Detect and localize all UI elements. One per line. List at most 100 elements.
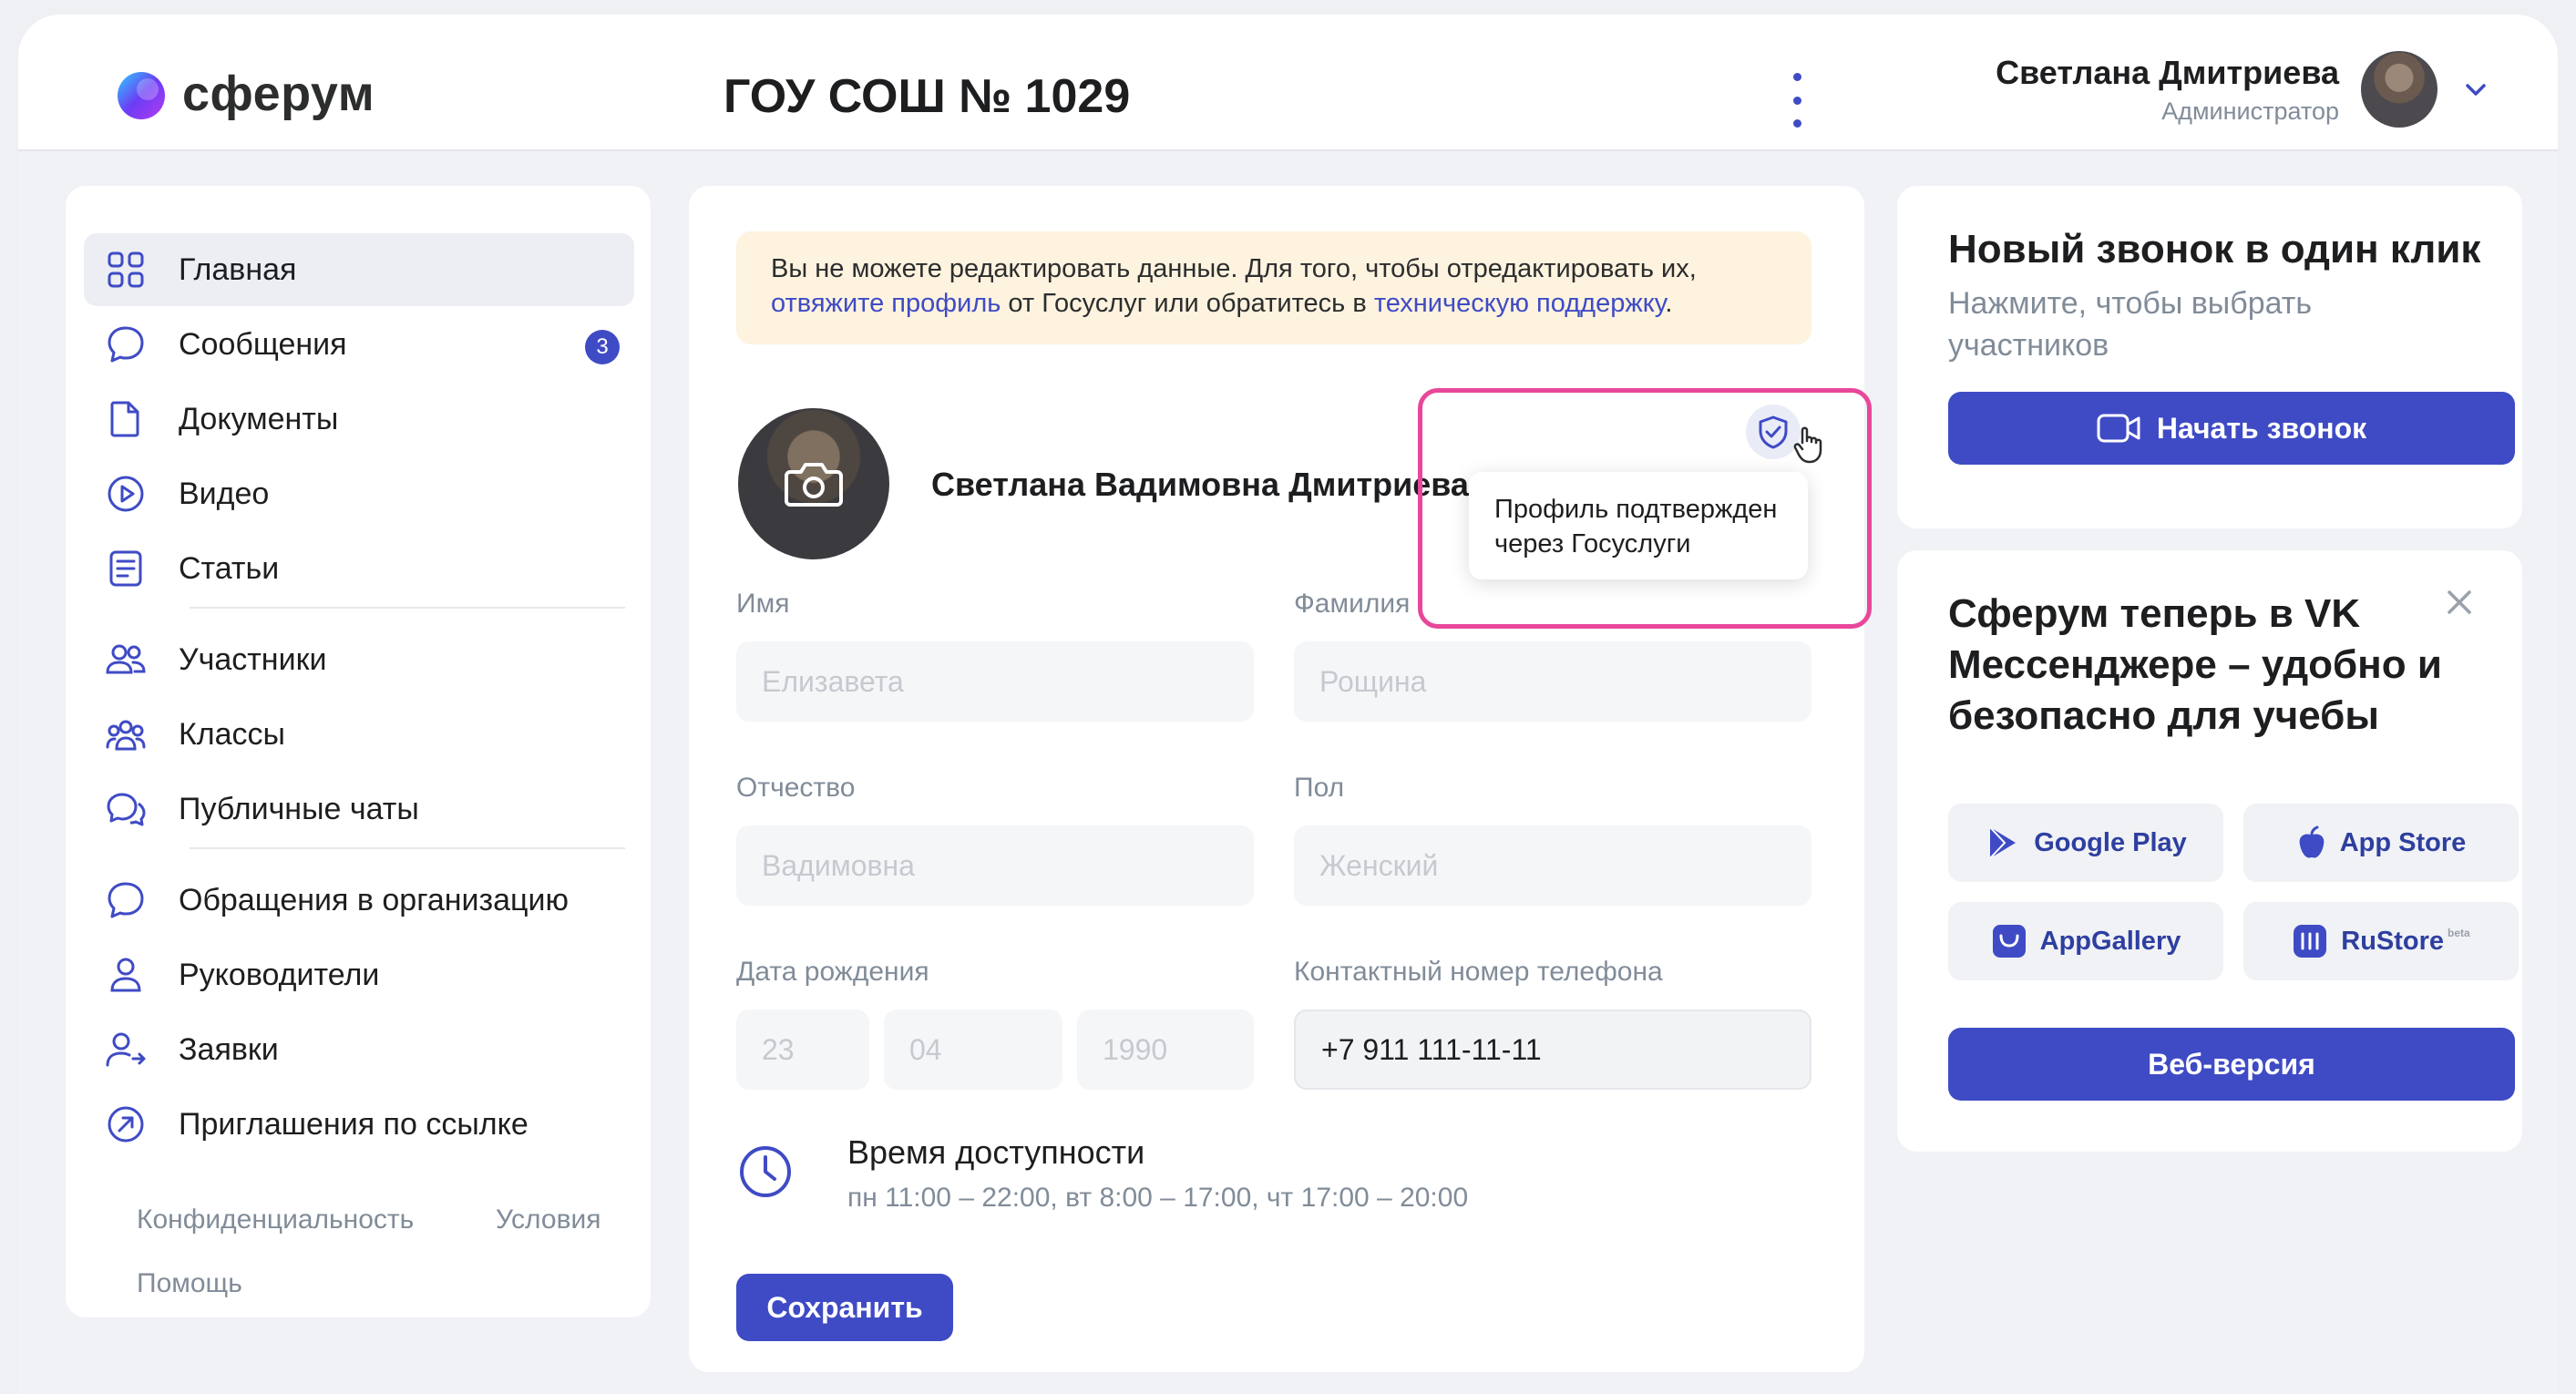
sidebar-item-public-chats[interactable]: Публичные чаты xyxy=(84,773,634,846)
sidebar-item-label: Публичные чаты xyxy=(179,791,419,826)
play-icon xyxy=(108,476,144,512)
user-name: Светлана Дмитриева xyxy=(1996,53,2339,91)
sidebar-item-applications[interactable]: Заявки xyxy=(84,1013,634,1086)
patronymic-field[interactable]: Вадимовна xyxy=(736,825,1254,906)
last-name-field[interactable]: Рощина xyxy=(1294,641,1811,722)
unlink-profile-link[interactable]: отвяжите профиль xyxy=(771,289,1001,318)
last-name-label: Фамилия xyxy=(1294,589,1411,619)
sidebar-item-label: Сообщения xyxy=(179,326,347,362)
avatar[interactable] xyxy=(2361,51,2437,128)
chevron-down-icon[interactable] xyxy=(2459,73,2492,106)
warning-text: . xyxy=(1665,289,1673,318)
document-icon xyxy=(110,401,139,437)
more-menu-icon[interactable] xyxy=(1786,73,1808,128)
sidebar-item-label: Видео xyxy=(179,476,270,511)
beta-tag: beta xyxy=(2448,927,2470,939)
web-version-button[interactable]: Веб-версия xyxy=(1948,1028,2515,1101)
rustore-label: RuStore xyxy=(2341,926,2445,956)
person-icon xyxy=(110,958,141,992)
availability-title[interactable]: Время доступности xyxy=(847,1133,1144,1172)
birth-year-field[interactable]: 1990 xyxy=(1077,1010,1254,1090)
availability-schedule: пн 11:00 – 22:00, вт 8:00 – 17:00, чт 17… xyxy=(847,1183,1469,1213)
messenger-card-title: Сферум теперь в VK Мессенджере – удобно … xyxy=(1948,591,2442,738)
gender-label: Пол xyxy=(1294,773,1345,803)
user-role: Администратор xyxy=(2161,97,2339,125)
new-call-card: Новый звонок в один клик Нажмите, чтобы … xyxy=(1897,186,2522,528)
app-store-label: App Store xyxy=(2339,827,2467,857)
birth-month-field[interactable]: 04 xyxy=(884,1010,1062,1090)
profile-photo[interactable] xyxy=(738,408,889,559)
sidebar-item-home[interactable]: Главная xyxy=(84,233,634,306)
chat-icon xyxy=(108,326,144,363)
warning-text: Вы не можете редактировать данные. Для т… xyxy=(771,254,1697,283)
call-card-title: Новый звонок в один клик xyxy=(1948,227,2481,272)
gender-select[interactable]: Женский xyxy=(1294,825,1811,906)
grid-icon xyxy=(108,251,144,288)
hand-cursor-icon xyxy=(1793,426,1822,464)
sidebar-item-messages[interactable]: Сообщения 3 xyxy=(84,308,634,381)
sferum-logo-icon xyxy=(118,72,165,119)
clock-icon xyxy=(740,1146,791,1197)
privacy-link[interactable]: Конфиденциальность xyxy=(137,1204,414,1235)
sidebar-item-link-invitations[interactable]: Приглашения по ссылке xyxy=(84,1088,634,1161)
sidebar-item-documents[interactable]: Документы xyxy=(84,383,634,456)
vk-messenger-card: Сферум теперь в VK Мессенджере – удобно … xyxy=(1897,550,2522,1152)
sidebar-item-label: Статьи xyxy=(179,550,280,586)
google-play-icon xyxy=(1989,826,2017,859)
patronymic-label: Отчество xyxy=(736,773,856,803)
app-store-button[interactable]: App Store xyxy=(2243,804,2519,882)
sidebar-item-label: Участники xyxy=(179,641,327,677)
phone-field[interactable]: +7 911 111-11-11 xyxy=(1294,1010,1811,1090)
google-play-button[interactable]: Google Play xyxy=(1948,804,2223,882)
first-name-field[interactable]: Елизавета xyxy=(736,641,1254,722)
profile-panel: Вы не можете редактировать данные. Для т… xyxy=(689,186,1872,1372)
birth-date-label: Дата рождения xyxy=(736,957,929,987)
sidebar-item-video[interactable]: Видео xyxy=(84,457,634,530)
verification-tooltip: Профиль подтвержден через Госуслуги xyxy=(1469,472,1808,579)
people-icon xyxy=(106,644,146,674)
appgallery-button[interactable]: AppGallery xyxy=(1948,902,2223,980)
terms-link[interactable]: Условия xyxy=(496,1204,601,1235)
organization-title: ГОУ СОШ № 1029 xyxy=(724,70,1131,123)
sidebar-item-label: Документы xyxy=(179,401,339,436)
public-chat-icon xyxy=(107,793,146,826)
apple-icon xyxy=(2299,825,2325,858)
shield-check-icon xyxy=(1759,415,1788,449)
appgallery-icon xyxy=(1992,925,2026,958)
support-link[interactable]: техническую поддержку xyxy=(1374,289,1666,318)
sidebar-item-label: Приглашения по ссылке xyxy=(179,1106,529,1142)
start-call-button[interactable]: Начать звонок xyxy=(1948,392,2515,465)
warning-text: от Госуслуг или обратитесь в xyxy=(1001,289,1374,318)
sidebar-item-label: Руководители xyxy=(179,957,380,992)
call-card-subtitle: Нажмите, чтобы выбрать участников xyxy=(1948,286,2313,363)
google-play-label: Google Play xyxy=(2034,827,2187,857)
logo[interactable]: сферум xyxy=(115,66,375,122)
start-call-label: Начать звонок xyxy=(2156,411,2367,445)
unread-badge: 3 xyxy=(585,330,620,364)
divider xyxy=(190,607,625,609)
phone-label: Контактный номер телефона xyxy=(1294,957,1663,987)
chat-icon xyxy=(108,882,144,918)
rustore-button[interactable]: RuStore beta xyxy=(2243,902,2519,980)
help-link[interactable]: Помощь xyxy=(137,1268,242,1299)
top-header: сферум ГОУ СОШ № 1029 Светлана Дмитриева… xyxy=(18,15,2558,151)
sidebar-item-classes[interactable]: Классы xyxy=(84,698,634,771)
first-name-label: Имя xyxy=(736,589,790,619)
user-menu[interactable]: Светлана Дмитриева Администратор xyxy=(1996,51,2492,128)
camera-icon xyxy=(785,463,843,507)
profile-full-name: Светлана Вадимовна Дмитриева xyxy=(931,466,1469,503)
divider xyxy=(190,847,625,849)
app-window: сферум ГОУ СОШ № 1029 Светлана Дмитриева… xyxy=(18,15,2558,1394)
sidebar-item-leaders[interactable]: Руководители xyxy=(84,938,634,1011)
sidebar-item-label: Классы xyxy=(179,716,285,752)
birth-day-field[interactable]: 23 xyxy=(736,1010,869,1090)
sidebar-item-articles[interactable]: Статьи xyxy=(84,532,634,605)
sidebar-item-label: Главная xyxy=(179,251,297,287)
sidebar-item-participants[interactable]: Участники xyxy=(84,623,634,696)
sidebar-item-requests-to-org[interactable]: Обращения в организацию xyxy=(84,864,634,937)
link-arrow-icon xyxy=(108,1106,144,1143)
appgallery-label: AppGallery xyxy=(2039,926,2181,956)
sidebar: Главная Сообщения 3 Документы Видео Стат… xyxy=(66,186,651,1317)
sidebar-item-label: Обращения в организацию xyxy=(179,882,569,917)
save-button[interactable]: Сохранить xyxy=(736,1274,953,1341)
